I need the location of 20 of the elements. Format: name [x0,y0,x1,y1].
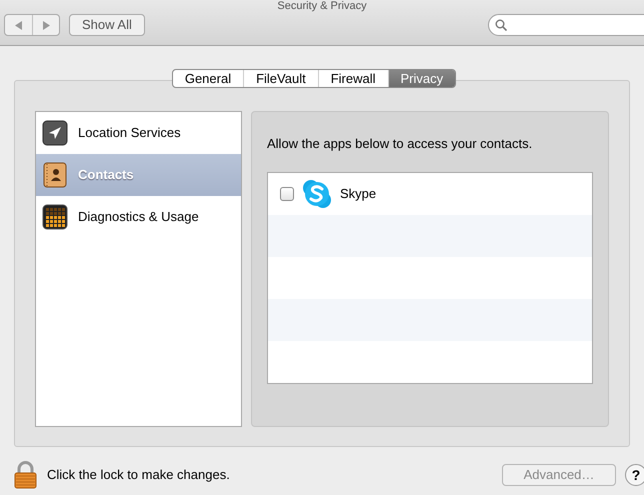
lock-hint-text: Click the lock to make changes. [47,466,230,484]
search-field[interactable] [488,14,644,36]
help-button[interactable]: ? [625,464,644,486]
tab[interactable]: General [172,70,244,87]
address-book-icon [42,162,68,188]
padlock-icon [13,461,38,489]
description-text: Allow the apps below to access your contacts. [267,135,534,153]
chat-s-logo-icon [302,178,332,208]
window-title: Security & Privacy [276,0,368,12]
show-all-button[interactable]: Show All [69,14,145,36]
tab[interactable]: FileVault [243,70,318,87]
app-name: Skype [340,184,376,203]
app-checkbox[interactable] [280,186,294,200]
back-arrow-icon [14,20,22,30]
category-item[interactable]: Location Services [36,112,241,154]
grid-chart-icon [42,204,68,230]
tab[interactable]: Privacy [388,70,456,87]
forward-arrow-icon [42,20,50,30]
search-icon [495,19,507,31]
category-item[interactable]: Diagnostics & Usage [36,196,241,238]
